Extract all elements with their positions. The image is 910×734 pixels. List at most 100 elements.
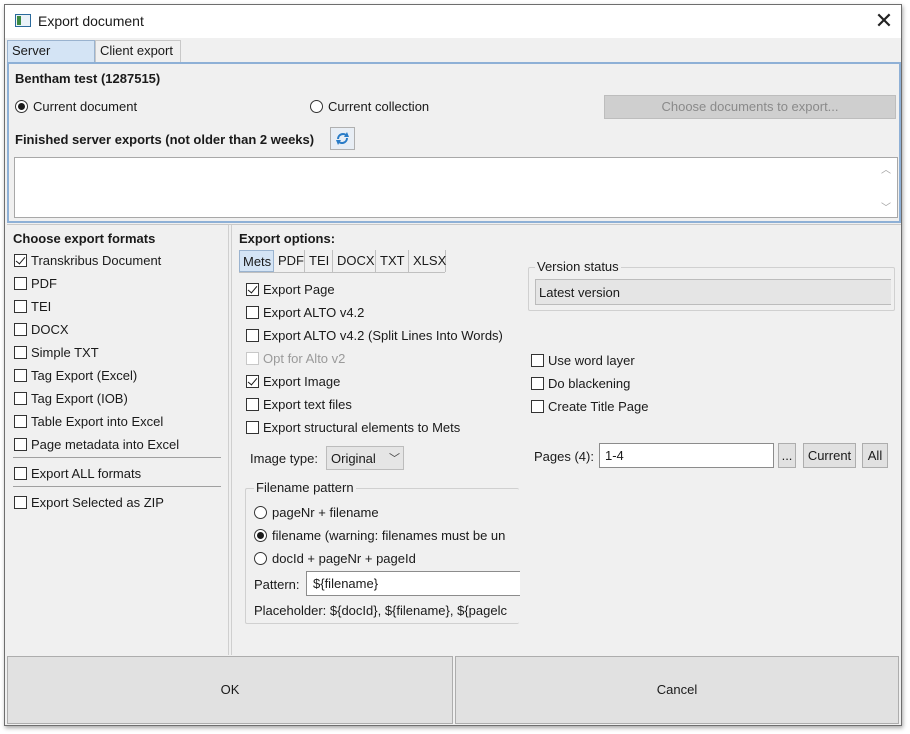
mets-checkbox[interactable] <box>246 398 259 411</box>
format-label: Simple TXT <box>31 345 99 360</box>
version-status-select[interactable]: Latest version <box>535 279 891 305</box>
refresh-button[interactable] <box>330 127 355 150</box>
format-checkbox[interactable] <box>14 392 27 405</box>
filename-pattern-legend: Filename pattern <box>254 480 356 495</box>
create-title-page-label: Create Title Page <box>548 399 649 414</box>
window-app-icon <box>15 14 31 27</box>
mets-option-label: Export ALTO v4.2 <box>263 305 365 320</box>
format-label: Table Export into Excel <box>31 414 164 429</box>
format-label: Tag Export (Excel) <box>31 368 138 383</box>
finished-exports-label: Finished server exports (not older than … <box>15 132 315 147</box>
export-dialog: Export document ✕ Server export Client e… <box>4 4 902 726</box>
mets-checkbox-disabled <box>246 352 259 365</box>
tab-server-export[interactable]: Server export <box>7 40 95 78</box>
pages-label: Pages (4): <box>534 449 594 464</box>
mets-checkbox[interactable] <box>246 283 259 296</box>
pages-input-value: 1-4 <box>605 448 624 463</box>
format-checkbox[interactable] <box>14 300 27 313</box>
tab-docx[interactable]: DOCX <box>334 250 376 272</box>
radio-docid-pagenr-pageid[interactable] <box>254 552 267 565</box>
image-type-value: Original <box>331 451 376 466</box>
format-checkbox[interactable] <box>14 438 27 451</box>
mets-checkbox[interactable] <box>246 375 259 388</box>
pages-input[interactable]: 1-4 <box>599 443 774 468</box>
mets-option-label: Export Image <box>263 374 341 389</box>
mets-option-label: Export Page <box>263 282 335 297</box>
format-label: DOCX <box>31 322 69 337</box>
export-all-label: Export ALL formats <box>31 466 142 481</box>
mets-option-label: Export text files <box>263 397 352 412</box>
version-status-group: Version status Latest version <box>528 259 895 311</box>
refresh-icon <box>336 132 349 145</box>
export-zip-checkbox[interactable] <box>14 496 27 509</box>
choose-documents-button[interactable]: Choose documents to export... <box>604 95 896 119</box>
tab-client-export[interactable]: Client export <box>95 40 181 62</box>
radio-current-collection-label: Current collection <box>328 99 430 114</box>
chevron-down-icon: ﹀ <box>389 453 400 465</box>
format-checkbox[interactable] <box>14 277 27 290</box>
pages-all-button[interactable]: All <box>862 443 888 468</box>
export-options-panel: Export options: Mets PDF TEI DOCX TXT XL… <box>231 225 901 655</box>
radio-current-document[interactable] <box>15 100 28 113</box>
mets-checkbox[interactable] <box>246 306 259 319</box>
pattern-input[interactable]: ${filename} <box>306 571 520 596</box>
placeholder-text: Placeholder: ${docId}, ${filename}, ${pa… <box>254 603 507 618</box>
document-title: Bentham test (1287515) <box>15 71 161 86</box>
do-blackening-checkbox[interactable] <box>531 377 544 390</box>
tab-mets[interactable]: Mets <box>239 250 274 272</box>
tab-pdf[interactable]: PDF <box>275 250 305 272</box>
format-label: Page metadata into Excel <box>31 437 180 452</box>
do-blackening-label: Do blackening <box>548 376 631 391</box>
radio-pagenr-filename[interactable] <box>254 506 267 519</box>
mets-option-label: Export ALTO v4.2 (Split Lines Into Words… <box>263 328 503 343</box>
options-tab-bar: Mets PDF TEI DOCX TXT XLSX <box>239 250 446 273</box>
image-type-select[interactable]: Original ﹀ <box>326 446 404 470</box>
tab-txt[interactable]: TXT <box>377 250 409 272</box>
mets-option-label: Export structural elements to Mets <box>263 420 461 435</box>
cancel-button[interactable]: Cancel <box>455 656 899 724</box>
format-checkbox[interactable] <box>14 346 27 359</box>
window-title: Export document <box>38 13 144 29</box>
scroll-up-icon[interactable]: ︿ <box>881 161 891 176</box>
pattern-label: Pattern: <box>254 577 300 592</box>
format-checkbox[interactable] <box>14 415 27 428</box>
format-label: Tag Export (IOB) <box>31 391 128 406</box>
format-label: TEI <box>31 299 52 314</box>
pattern-input-value: ${filename} <box>313 576 379 591</box>
use-word-layer-checkbox[interactable] <box>531 354 544 367</box>
radio-current-collection[interactable] <box>310 100 323 113</box>
close-icon[interactable]: ✕ <box>869 7 899 35</box>
export-zip-label: Export Selected as ZIP <box>31 495 164 510</box>
radio-filename-label: filename (warning: filenames must be un <box>272 528 506 543</box>
export-formats-heading: Choose export formats <box>13 231 156 246</box>
format-label: PDF <box>31 276 57 291</box>
radio-pagenr-filename-label: pageNr + filename <box>272 505 379 520</box>
format-checkbox[interactable] <box>14 323 27 336</box>
format-label: Transkribus Document <box>31 253 162 268</box>
export-all-checkbox[interactable] <box>14 467 27 480</box>
filename-pattern-group: Filename pattern pageNr + filename filen… <box>245 480 520 624</box>
ok-button[interactable]: OK <box>7 656 453 724</box>
pages-browse-button[interactable]: ... <box>778 443 796 468</box>
server-export-panel: Bentham test (1287515) Current document … <box>7 62 901 223</box>
export-options-heading: Export options: <box>239 231 336 246</box>
mets-option-label: Opt for Alto v2 <box>263 351 346 366</box>
formats-divider <box>13 457 221 458</box>
radio-docid-label: docId + pageNr + pageId <box>272 551 416 566</box>
create-title-page-checkbox[interactable] <box>531 400 544 413</box>
format-checkbox[interactable] <box>14 369 27 382</box>
use-word-layer-label: Use word layer <box>548 353 635 368</box>
title-bar: Export document ✕ <box>5 5 901 38</box>
tab-tei[interactable]: TEI <box>306 250 333 272</box>
scroll-down-icon[interactable]: ﹀ <box>881 199 891 214</box>
tab-xlsx[interactable]: XLSX <box>410 250 446 272</box>
format-checkbox[interactable] <box>14 254 27 267</box>
image-type-label: Image type: <box>250 451 318 466</box>
pages-current-button[interactable]: Current <box>803 443 856 468</box>
version-status-value: Latest version <box>539 285 620 300</box>
radio-filename[interactable] <box>254 529 267 542</box>
export-formats-panel: Choose export formats Transkribus Docume… <box>7 225 229 655</box>
mets-checkbox[interactable] <box>246 421 259 434</box>
finished-exports-list[interactable]: ︿ ﹀ <box>14 157 898 218</box>
mets-checkbox[interactable] <box>246 329 259 342</box>
